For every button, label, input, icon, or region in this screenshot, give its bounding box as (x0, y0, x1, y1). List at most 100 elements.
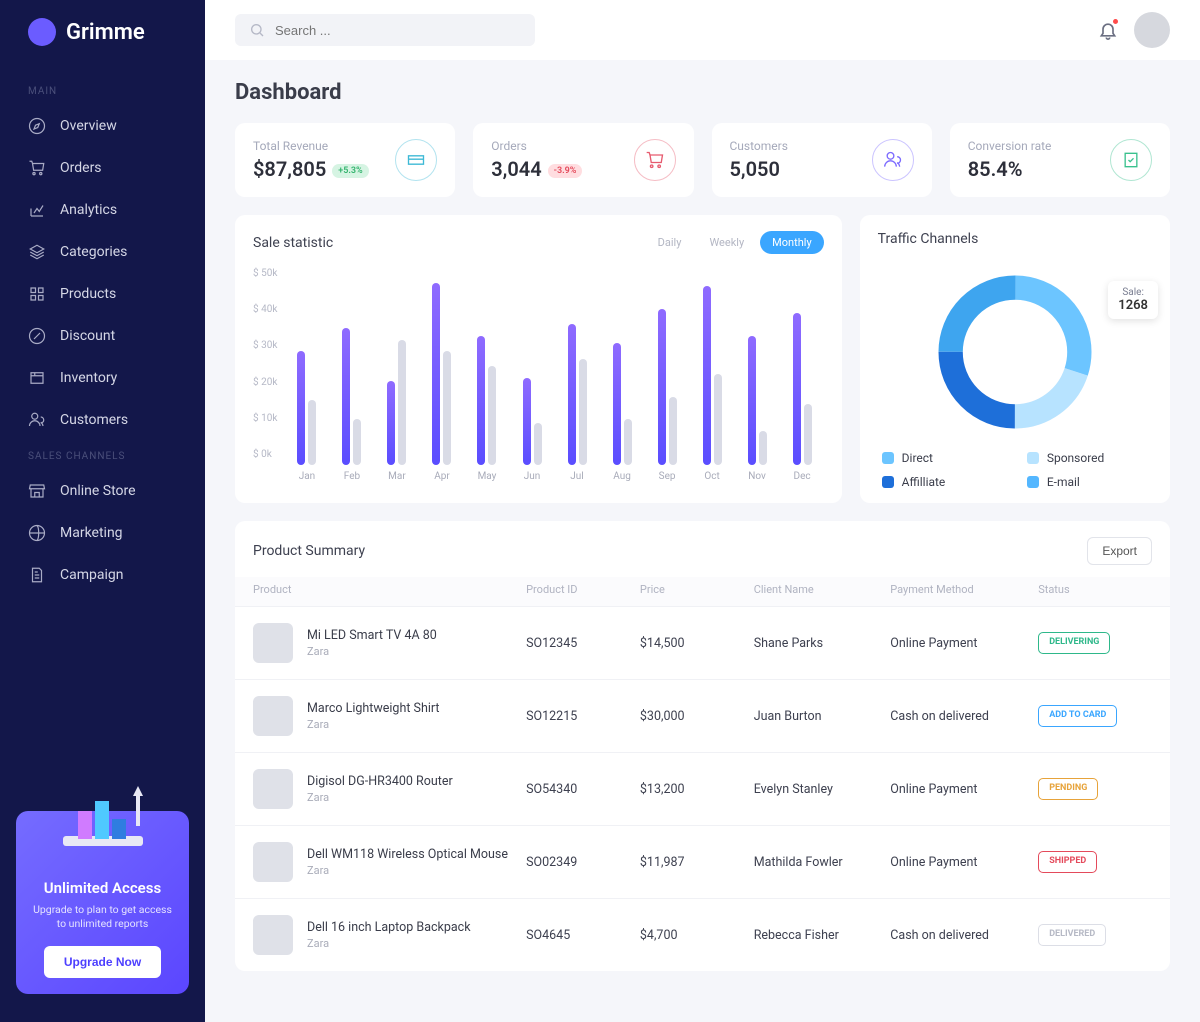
traffic-legend: DirectSponsoredAffilliateE-mail (878, 451, 1152, 493)
payment-method: Online Payment (890, 855, 1038, 870)
column-header: Payment Method (890, 583, 1038, 596)
legend-swatch (882, 452, 894, 464)
product-id: SO02349 (526, 855, 640, 870)
box-icon (28, 369, 46, 387)
sidebar-item-label: Marketing (60, 525, 123, 541)
stat-value: 3,044 (491, 157, 541, 181)
product-id: SO4645 (526, 928, 640, 943)
chart-month-col: Oct (691, 275, 734, 482)
x-tick-label: Jul (570, 471, 583, 482)
sidebar-item-overview[interactable]: Overview (0, 105, 205, 147)
nav-section-label: SALES CHANNELS (0, 441, 205, 470)
notifications-button[interactable] (1098, 20, 1118, 40)
sidebar-item-campaign[interactable]: Campaign (0, 554, 205, 596)
sidebar-item-inventory[interactable]: Inventory (0, 357, 205, 399)
legend-item: Affilliate (882, 475, 1003, 489)
bar-secondary (353, 419, 361, 465)
sidebar-item-label: Overview (60, 118, 117, 134)
product-brand: Zara (307, 791, 453, 804)
x-tick-label: Mar (388, 471, 406, 482)
sidebar-item-analytics[interactable]: Analytics (0, 189, 205, 231)
sidebar-item-label: Campaign (60, 567, 123, 583)
bar-primary (297, 351, 305, 465)
x-tick-label: Dec (794, 471, 811, 482)
sidebar-item-label: Inventory (60, 370, 117, 386)
chart-month-col: Apr (420, 275, 463, 482)
notification-dot-icon (1112, 18, 1119, 25)
sidebar-item-label: Categories (60, 244, 127, 260)
traffic-title: Traffic Channels (878, 231, 979, 247)
status-badge: PENDING (1038, 778, 1098, 800)
product-brand: Zara (307, 937, 471, 950)
bar-primary (523, 378, 531, 465)
search-input[interactable] (275, 23, 521, 38)
client-name: Mathilda Fowler (754, 855, 891, 870)
avatar[interactable] (1134, 12, 1170, 48)
table-row[interactable]: Dell 16 inch Laptop Backpack Zara SO4645… (235, 898, 1170, 971)
table-row[interactable]: Dell WM118 Wireless Optical Mouse Zara S… (235, 825, 1170, 898)
payment-method: Cash on delivered (890, 709, 1038, 724)
client-name: Rebecca Fisher (754, 928, 891, 943)
sidebar-item-categories[interactable]: Categories (0, 231, 205, 273)
export-button[interactable]: Export (1087, 537, 1152, 565)
table-row[interactable]: Mi LED Smart TV 4A 80 Zara SO12345 $14,5… (235, 606, 1170, 679)
chart-tab-weekly[interactable]: Weekly (697, 231, 756, 254)
sidebar-item-label: Analytics (60, 202, 117, 218)
stat-delta: +5.3% (332, 164, 368, 178)
nav-section-label: MAIN (0, 76, 205, 105)
stat-card-conversion-rate: Conversion rate 85.4% (950, 123, 1170, 197)
bar-primary (477, 336, 485, 465)
table-row[interactable]: Digisol DG-HR3400 Router Zara SO54340 $1… (235, 752, 1170, 825)
donut-tooltip: Sale: 1268 (1108, 281, 1158, 319)
product-name: Dell WM118 Wireless Optical Mouse (307, 847, 508, 862)
product-summary-title: Product Summary (253, 543, 365, 559)
product-thumbnail (253, 623, 293, 663)
sidebar-item-products[interactable]: Products (0, 273, 205, 315)
product-thumbnail (253, 696, 293, 736)
donut-tooltip-label: Sale: (1118, 287, 1148, 298)
chart-range-tabs: DailyWeeklyMonthly (646, 231, 824, 254)
stat-card-total-revenue: Total Revenue $87,805+5.3% (235, 123, 455, 197)
sidebar-item-label: Products (60, 286, 116, 302)
upgrade-title: Unlimited Access (30, 879, 175, 897)
sidebar-item-customers[interactable]: Customers (0, 399, 205, 441)
column-header: Price (640, 583, 754, 596)
product-thumbnail (253, 915, 293, 955)
chart-month-col: Nov (736, 275, 779, 482)
table-body: Mi LED Smart TV 4A 80 Zara SO12345 $14,5… (235, 606, 1170, 971)
bar-secondary (443, 351, 451, 465)
y-tick-label: $ 20k (253, 377, 277, 388)
stats-row: Total Revenue $87,805+5.3% Orders 3,044-… (235, 123, 1170, 197)
sidebar-item-discount[interactable]: Discount (0, 315, 205, 357)
layers-icon (28, 243, 46, 261)
x-tick-label: Jun (524, 471, 541, 482)
product-name: Marco Lightweight Shirt (307, 701, 440, 716)
sale-bar-chart: $ 50k$ 40k$ 30k$ 20k$ 10k$ 0k Jan Feb Ma… (253, 264, 824, 484)
y-tick-label: $ 40k (253, 304, 277, 315)
product-price: $11,987 (640, 855, 754, 870)
chart-tab-monthly[interactable]: Monthly (760, 231, 824, 254)
stat-card-orders: Orders 3,044-3.9% (473, 123, 693, 197)
search-box[interactable] (235, 14, 535, 46)
donut-tooltip-value: 1268 (1118, 298, 1148, 313)
sidebar-item-online-store[interactable]: Online Store (0, 470, 205, 512)
sidebar-item-marketing[interactable]: Marketing (0, 512, 205, 554)
grid-icon (28, 285, 46, 303)
chart-tab-daily[interactable]: Daily (646, 231, 694, 254)
legend-label: Sponsored (1047, 451, 1104, 465)
legend-swatch (1027, 476, 1039, 488)
brand-name: Grimme (66, 20, 145, 45)
legend-label: E-mail (1047, 475, 1080, 489)
legend-swatch (882, 476, 894, 488)
upgrade-card: Unlimited Access Upgrade to plan to get … (16, 811, 189, 994)
table-row[interactable]: Marco Lightweight Shirt Zara SO12215 $30… (235, 679, 1170, 752)
legend-label: Affilliate (902, 475, 946, 489)
sidebar-item-label: Orders (60, 160, 102, 176)
content: Dashboard Total Revenue $87,805+5.3% Ord… (205, 60, 1200, 1022)
sidebar-item-orders[interactable]: Orders (0, 147, 205, 189)
stat-icon (634, 139, 676, 181)
product-price: $13,200 (640, 782, 754, 797)
chart-icon (28, 201, 46, 219)
upgrade-button[interactable]: Upgrade Now (44, 946, 161, 978)
bar-secondary (534, 423, 542, 465)
